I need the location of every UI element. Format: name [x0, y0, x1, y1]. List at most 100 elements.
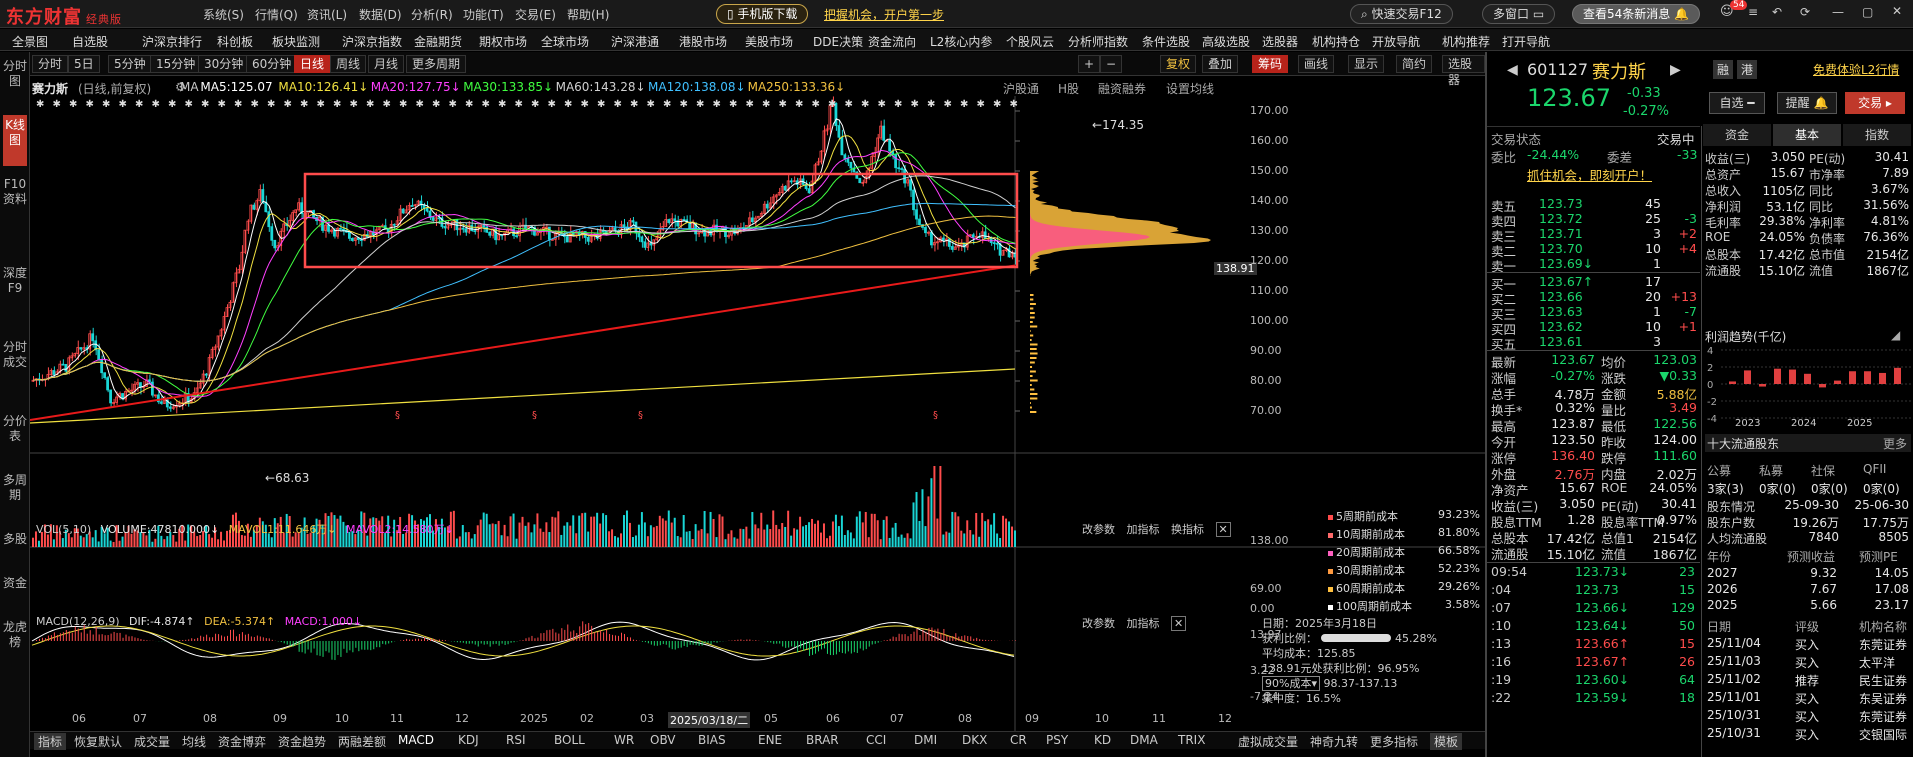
- period-tab[interactable]: 5日: [68, 55, 100, 73]
- holders-more-link[interactable]: 更多: [1883, 435, 1907, 452]
- trade-button[interactable]: 交易 ▸: [1845, 92, 1905, 114]
- close-icon[interactable]: ✕: [1892, 4, 1902, 18]
- nav-item[interactable]: 期权市场: [479, 33, 527, 50]
- zoom-in-icon[interactable]: +: [1078, 55, 1100, 73]
- info-link[interactable]: 融资融券: [1098, 80, 1146, 97]
- toolbar-button[interactable]: 显示: [1348, 55, 1384, 73]
- indicator-tab[interactable]: RSI: [506, 733, 526, 747]
- nav-item[interactable]: 条件选股: [1142, 33, 1190, 50]
- indicator-tab[interactable]: 均线: [182, 733, 206, 750]
- indicator-tab[interactable]: BRAR: [806, 733, 839, 747]
- nav-item[interactable]: 打开导航: [1502, 33, 1550, 50]
- toolbar-button[interactable]: 选股器: [1442, 55, 1485, 73]
- menu-item[interactable]: 帮助(H): [567, 6, 609, 23]
- left-tab[interactable]: 分时图: [3, 56, 27, 107]
- left-tab[interactable]: 资金: [3, 573, 27, 609]
- nav-item[interactable]: 自选股: [72, 33, 108, 50]
- nav-item[interactable]: 个股风云: [1006, 33, 1054, 50]
- indicator-tab[interactable]: 恢复默认: [74, 733, 122, 750]
- nav-item[interactable]: 机构推荐: [1442, 33, 1490, 50]
- nav-item[interactable]: DDE决策: [813, 33, 863, 50]
- next-stock-icon[interactable]: ▶: [1670, 62, 1681, 78]
- period-tab[interactable]: 周线: [330, 55, 366, 73]
- menu-item[interactable]: 功能(T): [463, 6, 504, 23]
- nav-item[interactable]: 机构持仓: [1312, 33, 1360, 50]
- menu-item[interactable]: 数据(D): [359, 6, 402, 23]
- nav-item[interactable]: 全景图: [12, 33, 48, 50]
- indicator-tab[interactable]: BOLL: [554, 733, 585, 747]
- indicator-tab[interactable]: DMI: [914, 733, 937, 747]
- toolbar-button[interactable]: 复权: [1160, 55, 1196, 73]
- expand-icon[interactable]: ◢: [1891, 328, 1900, 342]
- open-account-link[interactable]: 抓住机会，即刻开户！: [1527, 165, 1652, 184]
- period-tab[interactable]: 更多周期: [406, 55, 466, 73]
- vol-switch-button[interactable]: 换指标: [1171, 523, 1204, 536]
- multi-window-button[interactable]: 多窗口 ▭: [1482, 4, 1555, 24]
- fund-tab[interactable]: 资金: [1703, 124, 1771, 146]
- left-tab[interactable]: K线图: [3, 115, 27, 166]
- prev-stock-icon[interactable]: ◀: [1507, 62, 1518, 78]
- indicator-tab[interactable]: CCI: [866, 733, 886, 747]
- toolbar-button[interactable]: 简约: [1396, 55, 1432, 73]
- indicator-tab[interactable]: 更多指标: [1370, 733, 1418, 750]
- indicator-tab[interactable]: CR: [1010, 733, 1027, 747]
- left-tab[interactable]: 深度F9: [3, 263, 27, 329]
- info-link[interactable]: 沪股通: [1003, 80, 1039, 97]
- indicator-tab[interactable]: DMA: [1130, 733, 1158, 747]
- left-tab[interactable]: 多股: [3, 529, 27, 565]
- indicator-tab[interactable]: 模板: [1430, 733, 1462, 750]
- maximize-icon[interactable]: ▢: [1862, 5, 1873, 19]
- vol-param-button[interactable]: 改参数: [1082, 523, 1115, 536]
- nav-item[interactable]: 沪深京排行: [142, 33, 202, 50]
- indicator-tab[interactable]: 资金趋势: [278, 733, 326, 750]
- indicator-tab[interactable]: 虚拟成交量: [1238, 733, 1298, 750]
- quick-trade-button[interactable]: ⌕ 快速交易F12: [1350, 4, 1453, 24]
- macd-param-button[interactable]: 改参数: [1082, 617, 1115, 630]
- indicator-tab[interactable]: KD: [1094, 733, 1111, 747]
- nav-item[interactable]: 分析师指数: [1068, 33, 1128, 50]
- nav-item[interactable]: 高级选股: [1202, 33, 1250, 50]
- nav-item[interactable]: 港股市场: [679, 33, 727, 50]
- fund-tab[interactable]: 指数: [1843, 124, 1911, 146]
- nav-item[interactable]: 美股市场: [745, 33, 793, 50]
- indicator-tab[interactable]: BIAS: [698, 733, 726, 747]
- indicator-tab[interactable]: WR: [614, 733, 634, 747]
- menu-item[interactable]: 系统(S): [203, 6, 244, 23]
- fund-tab[interactable]: 基本: [1773, 124, 1841, 146]
- indicator-tab[interactable]: OBV: [650, 733, 676, 747]
- news-button[interactable]: 查看54条新消息 🔔: [1572, 4, 1700, 24]
- info-link[interactable]: 设置均线: [1166, 80, 1214, 97]
- indicator-tab[interactable]: MACD: [398, 733, 434, 747]
- left-tab[interactable]: 龙虎榜: [3, 617, 27, 668]
- watchlist-button[interactable]: 自选 ━: [1709, 92, 1765, 114]
- indicator-tab[interactable]: 资金博弈: [218, 733, 266, 750]
- close-icon[interactable]: ✕: [1171, 616, 1186, 631]
- zoom-out-icon[interactable]: −: [1100, 55, 1122, 73]
- info-link[interactable]: H股: [1058, 80, 1079, 97]
- period-tab[interactable]: 5分钟: [108, 55, 152, 73]
- indicator-tab[interactable]: DKX: [962, 733, 987, 747]
- open-account-link[interactable]: 把握机会，开户第一步: [824, 6, 944, 23]
- left-tab[interactable]: 多周期: [3, 470, 27, 521]
- indicator-tab[interactable]: TRIX: [1178, 733, 1205, 747]
- nav-item[interactable]: 沪深港通: [611, 33, 659, 50]
- nav-item[interactable]: 金融期货: [414, 33, 462, 50]
- period-tab[interactable]: 60分钟: [246, 55, 297, 73]
- period-tab[interactable]: 30分钟: [198, 55, 249, 73]
- indicator-tab[interactable]: ENE: [758, 733, 782, 747]
- minimize-icon[interactable]: —: [1832, 5, 1844, 19]
- toolbar-button[interactable]: 画线: [1298, 55, 1334, 73]
- vol-add-button[interactable]: 加指标: [1127, 523, 1160, 536]
- period-tab[interactable]: 月线: [368, 55, 404, 73]
- indicator-tab[interactable]: 两融差额: [338, 733, 386, 750]
- macd-add-button[interactable]: 加指标: [1127, 617, 1160, 630]
- back-icon[interactable]: ↶: [1772, 5, 1782, 19]
- mobile-download-button[interactable]: ▯ 手机版下载: [716, 4, 808, 24]
- refresh-icon[interactable]: ⟳: [1800, 5, 1810, 19]
- menu-item[interactable]: 行情(Q): [255, 6, 298, 23]
- menu-item[interactable]: 交易(E): [515, 6, 556, 23]
- nav-item[interactable]: 资金流向: [868, 33, 916, 50]
- nav-item[interactable]: L2核心内参: [930, 33, 992, 50]
- indicator-tab[interactable]: 成交量: [134, 733, 170, 750]
- indicator-tab[interactable]: 神奇九转: [1310, 733, 1358, 750]
